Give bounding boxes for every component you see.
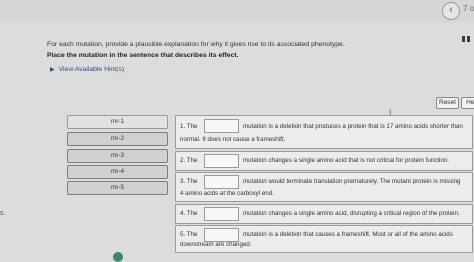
sentence-prefix: 4. The	[180, 210, 198, 217]
sentence-box: 5. The mutation is a deletion that cause…	[175, 225, 473, 253]
hint-arrow-icon: ▶	[50, 67, 55, 73]
flag-icon[interactable]	[462, 36, 470, 42]
sentence-text: mutation is a deletion that produces a p…	[243, 123, 463, 130]
tile-mr-3[interactable]: mr-3	[67, 149, 168, 163]
status-circle-icon	[113, 252, 123, 262]
sentence-box: 1. The mutation is a deletion that produ…	[175, 115, 473, 149]
drop-target[interactable]	[204, 119, 239, 133]
help-button[interactable]: Hel	[461, 97, 474, 109]
sentence-text-continued: downstream are changed.	[180, 241, 252, 248]
top-bar	[0, 0, 474, 22]
instructions-bold-text: Place the mutation in the sentence that …	[47, 52, 239, 59]
drop-target[interactable]	[204, 228, 239, 242]
sentence-text-continued: normal. It does not cause a frameshift.	[180, 136, 286, 143]
sentence-text: mutation changes a single amino acid, di…	[243, 210, 460, 217]
sentence-prefix: 1. The	[180, 123, 198, 130]
view-hints-link[interactable]: ▶ View Available Hint(s)	[50, 66, 124, 73]
sentence-text: mutation is a deletion that causes a fra…	[243, 231, 453, 238]
reset-button[interactable]: Reset	[436, 97, 459, 109]
tile-mr-1[interactable]: mr-1	[67, 115, 168, 129]
back-arrow-icon[interactable]: ‹	[442, 2, 460, 20]
drop-target[interactable]	[204, 207, 239, 221]
sentence-box: 3. The mutation would terminate translat…	[175, 172, 473, 202]
tile-mr-4[interactable]: mr-4	[67, 165, 168, 179]
hint-label: View Available Hint(s)	[58, 66, 125, 73]
sentence-text-continued: 4 amino acids at the carboxyl end.	[180, 190, 274, 197]
sentence-prefix: 3. The	[180, 178, 198, 185]
sentence-prefix: 2. The	[180, 157, 198, 164]
drop-target[interactable]	[204, 175, 239, 189]
tile-mr-2[interactable]: mr-2	[67, 132, 168, 146]
sentence-text: mutation changes a single amino acid tha…	[243, 157, 450, 164]
edge-text: s.	[0, 210, 6, 217]
tile-mr-5[interactable]: mr-5	[67, 181, 168, 195]
sentence-text: mutation would terminate translation pre…	[243, 178, 461, 185]
sentence-prefix: 5. The	[180, 231, 198, 238]
instructions-text: For each mutation, provide a plausible e…	[47, 41, 345, 48]
page-indicator: 7 o	[463, 4, 474, 13]
sentence-box: 2. The mutation changes a single amino a…	[175, 151, 473, 171]
sentence-box: 4. The mutation changes a single amino a…	[175, 204, 473, 224]
drop-target[interactable]	[204, 154, 239, 168]
